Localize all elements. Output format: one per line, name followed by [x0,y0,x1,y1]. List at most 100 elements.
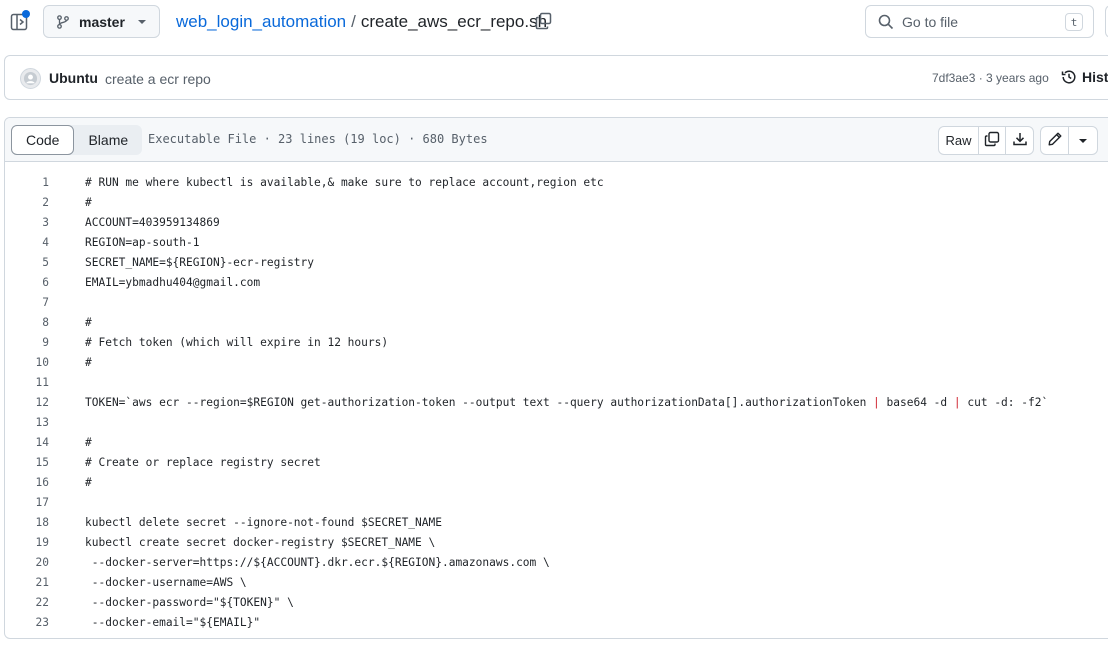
code-line: 11 [5,372,1108,392]
code-line: 3 ACCOUNT=403959134869 [5,212,1108,232]
code-line: 10 # [5,352,1108,372]
commit-author[interactable]: Ubuntu [49,70,98,86]
breadcrumb-repo-link[interactable]: web_login_automation [176,12,346,32]
line-number[interactable]: 1 [5,176,49,189]
download-icon [1012,131,1028,150]
code-line: 6 EMAIL=ybmadhu404@gmail.com [5,272,1108,292]
code-view: 1 # RUN me where kubectl is available,& m… [5,172,1108,632]
edit-actions-group [1040,126,1098,155]
code-fragment: cut -d: -f2` [960,395,1049,409]
raw-actions-group: Raw [938,126,1034,155]
code-line: 13 [5,412,1108,432]
triangle-down-icon [137,17,147,27]
history-icon [1061,69,1077,85]
line-number[interactable]: 13 [5,416,49,429]
line-number[interactable]: 15 [5,456,49,469]
line-number[interactable]: 17 [5,496,49,509]
avatar[interactable] [20,68,41,89]
code-text: # Create or replace registry secret [85,455,321,469]
line-number[interactable]: 4 [5,236,49,249]
code-line: 4 REGION=ap-south-1 [5,232,1108,252]
line-number[interactable]: 21 [5,576,49,589]
code-text: EMAIL=ybmadhu404@gmail.com [85,275,261,289]
code-text: SECRET_NAME=${REGION}-ecr-registry [85,255,315,269]
line-number[interactable]: 2 [5,196,49,209]
code-text: # Fetch token (which will expire in 12 h… [85,335,389,349]
copy-raw-button[interactable] [979,127,1006,154]
line-number[interactable]: 7 [5,296,49,309]
line-number[interactable]: 16 [5,476,49,489]
pipe-operator: | [953,395,961,409]
code-text: # [85,475,92,489]
copy-icon[interactable] [535,12,553,30]
edit-button[interactable] [1041,127,1069,154]
line-number[interactable]: 20 [5,556,49,569]
code-line: 20 --docker-server=https://${ACCOUNT}.dk… [5,552,1108,572]
top-bar: master web_login_automation / create_aws… [0,0,1108,44]
code-line: 1 # RUN me where kubectl is available,& m… [5,172,1108,192]
code-text: # [85,435,92,449]
line-number[interactable]: 9 [5,336,49,349]
line-number[interactable]: 8 [5,316,49,329]
code-fragment: TOKEN=`aws ecr --region=$REGION get-auth… [85,395,874,409]
history-label: Histo [1082,69,1108,85]
git-branch-icon [56,14,70,29]
code-line: 22 --docker-password="${TOKEN}" \ [5,592,1108,612]
go-to-file-input[interactable]: Go to file t [865,5,1094,38]
code-line: 16 # [5,472,1108,492]
code-line: 5 SECRET_NAME=${REGION}-ecr-registry [5,252,1108,272]
code-line: 7 [5,292,1108,312]
code-text: kubectl delete secret --ignore-not-found… [85,515,442,529]
line-number[interactable]: 6 [5,276,49,289]
file-info: Executable File · 23 lines (19 loc) · 68… [148,132,488,146]
code-text: --docker-password="${TOKEN}" \ [85,595,294,609]
branch-name: master [79,13,125,30]
code-line: 9 # Fetch token (which will expire in 12 … [5,332,1108,352]
line-number[interactable]: 14 [5,436,49,449]
code-line: 2 # [5,192,1108,212]
code-text: # RUN me where kubectl is available,& ma… [85,175,604,189]
code-line: 17 [5,492,1108,512]
line-number[interactable]: 22 [5,596,49,609]
line-number[interactable]: 5 [5,256,49,269]
breadcrumb-separator: / [351,12,356,31]
line-number[interactable]: 18 [5,516,49,529]
file-toolbar: Code Blame Executable File · 23 lines (1… [5,118,1108,162]
code-line: 19 kubectl create secret docker-registry … [5,532,1108,552]
code-text: ACCOUNT=403959134869 [85,215,220,229]
download-button[interactable] [1006,127,1033,154]
code-line: 21 --docker-username=AWS \ [5,572,1108,592]
code-text: kubectl create secret docker-registry $S… [85,535,436,549]
breadcrumb: web_login_automation / create_aws_ecr_re… [176,10,547,34]
tab-blame[interactable]: Blame [74,125,142,155]
code-line: 15 # Create or replace registry secret [5,452,1108,472]
breadcrumb-file-name: create_aws_ecr_repo.sh [360,12,548,31]
file-viewer: Code Blame Executable File · 23 lines (1… [4,117,1108,639]
copy-icon [984,131,1000,150]
raw-button[interactable]: Raw [939,127,979,154]
line-number[interactable]: 19 [5,536,49,549]
code-text: --docker-username=AWS \ [85,575,247,589]
triangle-down-icon [1078,133,1088,149]
latest-commit-bar: Ubuntu create a ecr repo 7df3ae3 · 3 yea… [4,55,1108,100]
code-text: --docker-server=https://${ACCOUNT}.dkr.e… [85,555,550,569]
notification-dot [22,10,30,18]
code-line: 14 # [5,432,1108,452]
commit-sha-and-time[interactable]: 7df3ae3 · 3 years ago [932,71,1049,85]
code-text: # [85,355,92,369]
line-number[interactable]: 11 [5,376,49,389]
history-button[interactable]: Histo [1061,69,1108,85]
line-number[interactable]: 12 [5,396,49,409]
code-fragment: base64 -d [879,395,954,409]
code-text: TOKEN=`aws ecr --region=$REGION get-auth… [85,396,1048,409]
commit-message[interactable]: create a ecr repo [105,71,211,87]
line-number[interactable]: 10 [5,356,49,369]
branch-selector-button[interactable]: master [43,5,160,38]
search-icon [878,14,894,30]
edit-options-dropdown[interactable] [1069,127,1097,154]
line-number[interactable]: 23 [5,616,49,629]
line-number[interactable]: 3 [5,216,49,229]
go-to-file-placeholder: Go to file [902,13,959,30]
tab-code[interactable]: Code [11,125,75,155]
code-line: 18 kubectl delete secret --ignore-not-fou… [5,512,1108,532]
